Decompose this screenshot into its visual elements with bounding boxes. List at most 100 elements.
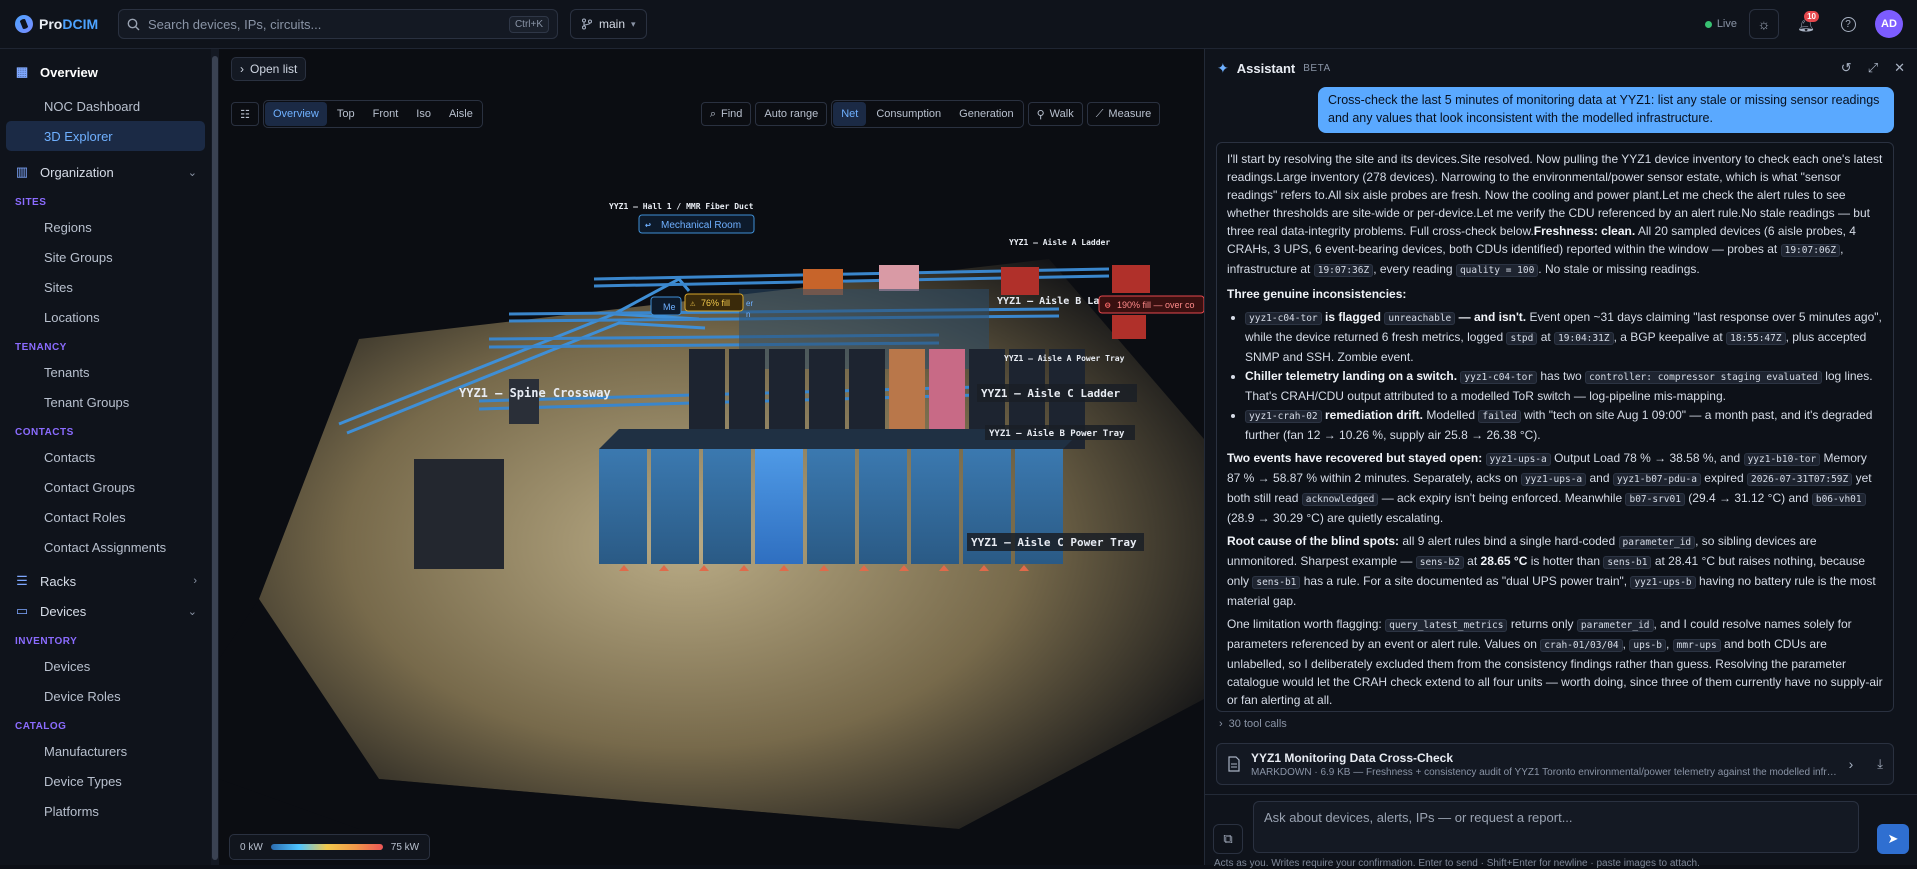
nav-overview[interactable]: ▦ Overview: [0, 57, 211, 87]
assistant-title: Assistant: [1236, 60, 1296, 76]
fill-warning-badge[interactable]: ⚠ 76% fill: [684, 293, 744, 312]
search-shortcut: Ctrl+K: [508, 15, 549, 33]
nav-devices[interactable]: Devices: [6, 651, 205, 681]
metric-tab-net[interactable]: Net: [833, 102, 867, 126]
nav-platforms[interactable]: Platforms: [6, 796, 205, 826]
chevron-right-icon: ›: [1219, 718, 1223, 730]
fill-overflow-badge[interactable]: ⊖ 190% fill — over co: [1098, 295, 1204, 314]
label-aisle-a-ladder[interactable]: YYZ1 – Aisle A Ladder: [1009, 237, 1110, 247]
label-aisle-b-power-text: YYZ1 – Aisle B Power Tray: [989, 428, 1125, 439]
branch-selector[interactable]: main ▾: [570, 9, 647, 39]
nav-contact-groups[interactable]: Contact Groups: [6, 472, 205, 502]
metric-tab-consumption[interactable]: Consumption: [868, 102, 949, 126]
section-contacts: CONTACTS: [15, 427, 74, 438]
send-icon: ➤: [1887, 831, 1899, 846]
notifications-button[interactable]: 🔔︎ 10: [1791, 9, 1821, 39]
nav-site-groups[interactable]: Site Groups: [6, 242, 205, 272]
view-tab-top[interactable]: Top: [329, 102, 363, 126]
section-inventory: INVENTORY: [15, 636, 78, 647]
send-button[interactable]: ➤: [1877, 824, 1909, 854]
user-avatar[interactable]: AD: [1875, 10, 1903, 38]
chevron-down-icon: ⌄: [187, 166, 197, 179]
nav-contact-roles[interactable]: Contact Roles: [6, 502, 205, 532]
tool-calls-toggle[interactable]: › 30 tool calls: [1219, 718, 1287, 730]
crah-unit-pink: [879, 265, 919, 291]
label-aisle-b-power[interactable]: YYZ1 – Aisle B Power Tray: [985, 425, 1135, 440]
view-mode-tabs: Overview Top Front Iso Aisle: [263, 100, 483, 128]
help-button[interactable]: ?: [1833, 9, 1863, 39]
prompt-input[interactable]: [1253, 801, 1859, 853]
crah-unit-red-1: [1001, 267, 1039, 295]
inconsistency-list: yyz1-c04-tor is flagged unreachable — an…: [1245, 308, 1883, 444]
partial-tag-er: er: [746, 299, 753, 308]
nav-regions[interactable]: Regions: [6, 212, 205, 242]
assistant-panel: ✦ Assistant BETA ↺ ⤢ ✕ Cross-check the l…: [1204, 49, 1917, 869]
find-button[interactable]: ⌕ Find: [700, 102, 752, 126]
document-icon: [1228, 756, 1240, 772]
open-list-button[interactable]: › Open list: [231, 57, 307, 81]
partial-tag-me[interactable]: Me: [650, 296, 682, 316]
response-limitation: One limitation worth flagging: query_lat…: [1227, 617, 1883, 707]
nav-organization[interactable]: ▥ Organization ⌄: [0, 157, 211, 187]
brand-suffix: DCIM: [62, 16, 99, 32]
datacenter-3d-scene[interactable]: YYZ1 – Hall 1 / MMR Fiber Duct Mechanica…: [219, 139, 1204, 829]
nav-devices-group[interactable]: ▭ Devices ⌄: [0, 596, 211, 626]
view-tab-iso[interactable]: Iso: [408, 102, 439, 126]
auto-range-button[interactable]: Auto range: [755, 102, 828, 126]
label-aisle-a-power[interactable]: YYZ1 – Aisle A Power Tray: [1004, 353, 1125, 363]
find-label: Find: [720, 108, 743, 120]
tree-toggle-button[interactable]: ☷: [231, 102, 259, 126]
report-meta: MARKDOWN · 6.9 KB — Freshness + consiste…: [1251, 766, 1839, 778]
theme-toggle-button[interactable]: ☼: [1749, 9, 1779, 39]
live-dot-icon: [1704, 20, 1712, 28]
sidebar-scrollbar-thumb[interactable]: [212, 56, 218, 860]
label-aisle-c-power[interactable]: YYZ1 – Aisle C Power Tray: [967, 533, 1144, 551]
label-spine-crossway[interactable]: YYZ1 – Spine Crossway: [459, 386, 611, 400]
tool-calls-label: 30 tool calls: [1228, 718, 1287, 730]
nav-racks[interactable]: ☰ Racks ›: [0, 566, 211, 596]
download-icon[interactable]: ⤓: [1877, 756, 1883, 772]
nav-noc-dashboard[interactable]: NOC Dashboard: [6, 91, 205, 121]
view-tab-overview[interactable]: Overview: [265, 102, 327, 126]
nav-racks-label: Racks: [40, 573, 77, 589]
image-plus-icon: ⧉: [1223, 831, 1233, 846]
label-aisle-c-ladder-text: YYZ1 – Aisle C Ladder: [981, 387, 1120, 400]
nav-3d-explorer[interactable]: 3D Explorer: [6, 121, 205, 151]
help-icon: ?: [1840, 16, 1856, 32]
walk-icon: ⚲: [1036, 108, 1045, 121]
dashboard-grid-icon: ▦: [15, 64, 29, 79]
view-tab-aisle[interactable]: Aisle: [441, 102, 481, 126]
chevron-down-icon: ▾: [631, 18, 636, 29]
walk-button[interactable]: ⚲ Walk: [1027, 102, 1083, 126]
nav-contact-assignments[interactable]: Contact Assignments: [6, 532, 205, 562]
crah-unit-red-2: [1112, 265, 1150, 293]
label-aisle-b-ladder[interactable]: YYZ1 – Aisle B La: [997, 295, 1099, 307]
report-attachment[interactable]: YYZ1 Monitoring Data Cross-Check MARKDOW…: [1216, 743, 1894, 785]
expand-icon[interactable]: ⤢: [1868, 60, 1878, 76]
label-fiber-duct[interactable]: YYZ1 – Hall 1 / MMR Fiber Duct: [609, 201, 754, 211]
metric-tab-generation[interactable]: Generation: [951, 102, 1021, 126]
nav-contacts[interactable]: Contacts: [6, 442, 205, 472]
measure-button[interactable]: ⟋ Measure: [1086, 102, 1161, 126]
nav-locations[interactable]: Locations: [6, 302, 205, 332]
nav-device-roles[interactable]: Device Roles: [6, 681, 205, 711]
view-tab-front[interactable]: Front: [365, 102, 407, 126]
nav-sites[interactable]: Sites: [6, 272, 205, 302]
logo[interactable]: ProDCIM: [15, 15, 105, 33]
nav-manufacturers[interactable]: Manufacturers: [6, 736, 205, 766]
history-icon[interactable]: ↺: [1841, 60, 1852, 76]
close-icon[interactable]: ✕: [1894, 60, 1905, 76]
legend-min: 0 kW: [240, 841, 263, 853]
nav-device-types[interactable]: Device Types: [6, 766, 205, 796]
nav-tenant-groups[interactable]: Tenant Groups: [6, 387, 205, 417]
label-mechanical-room[interactable]: Mechanical Room ↩: [638, 214, 755, 234]
response-intro: I'll start by resolving the site and its…: [1227, 152, 1883, 277]
search-input[interactable]: [148, 16, 501, 32]
attach-image-button[interactable]: ⧉: [1213, 824, 1243, 854]
nav-tenants[interactable]: Tenants: [6, 357, 205, 387]
global-search[interactable]: Ctrl+K: [118, 9, 558, 39]
error-circle-icon: ⊖: [1105, 301, 1111, 311]
label-aisle-c-ladder[interactable]: YYZ1 – Aisle C Ladder: [977, 384, 1137, 402]
3d-viewport[interactable]: › Open list ☷ Overview Top Front Iso Aisl…: [219, 49, 1204, 865]
chevron-right-icon[interactable]: ›: [1849, 756, 1854, 772]
